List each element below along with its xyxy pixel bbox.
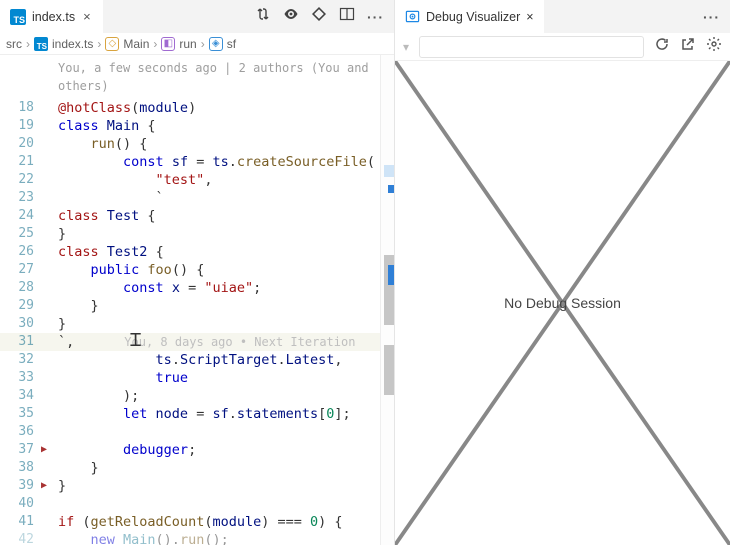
line-number: 36 [0,423,40,441]
code-line[interactable]: @hotClass(module) [58,99,394,117]
minimap[interactable] [380,55,394,545]
tab-label: index.ts [32,10,75,24]
compare-changes-icon[interactable] [255,6,271,27]
line-number: 18 [0,99,40,117]
code-line[interactable]: class Test { [58,207,394,225]
debug-visualizer-pane: Debug Visualizer × ··· ▾ No Debug Sessio… [395,0,730,545]
preview-icon[interactable] [283,6,299,27]
close-icon[interactable]: × [81,9,93,24]
code-line[interactable]: } [58,297,394,315]
tab-debug-visualizer[interactable]: Debug Visualizer × [395,0,544,33]
chevron-right-icon: › [201,37,205,51]
chevron-right-icon: › [26,37,30,51]
expression-input[interactable] [419,36,644,58]
variable-symbol-icon: ◈ [209,37,223,51]
fold-marker-icon[interactable]: ▶ [41,477,47,495]
tab-label: Debug Visualizer [426,10,520,24]
line-number: 24 [0,207,40,225]
text-cursor-icon: Ꮖ [130,331,142,349]
code-line[interactable]: ); [58,387,394,405]
line-number: 30 [0,315,40,333]
editor-actions: ··· [245,0,394,33]
breadcrumb-folder[interactable]: src [6,37,22,51]
breadcrumb-file[interactable]: index.ts [52,37,93,51]
fold-marker-icon[interactable]: ▶ [41,441,47,459]
line-number: 22 [0,171,40,189]
right-tabbar: Debug Visualizer × ··· [395,0,730,33]
tab-index-ts[interactable]: TS index.ts × [0,0,103,33]
gitlens-inline-blame: You, 8 days ago • Next Iteration [124,335,355,349]
code-line[interactable]: "test", [58,171,394,189]
class-symbol-icon: ◇ [105,37,119,51]
code-line[interactable]: new Main().run(); [58,531,394,545]
line-number: 41 [0,513,40,531]
code-line[interactable]: } [58,477,394,495]
preview-icon [405,9,420,24]
visualizer-toolbar: ▾ [395,33,730,61]
breadcrumb-method[interactable]: run [179,37,196,51]
code-line[interactable]: class Test2 { [58,243,394,261]
line-number: 40 [0,495,40,513]
line-number: 29 [0,297,40,315]
line-number: 25 [0,225,40,243]
line-number: 32 [0,351,40,369]
code-line[interactable]: public foo() { [58,261,394,279]
code-line[interactable]: class Main { [58,117,394,135]
line-number: 26 [0,243,40,261]
code-line[interactable]: const sf = ts.createSourceFile( [58,153,394,171]
split-editor-icon[interactable] [339,6,355,27]
editor-pane: TS index.ts × ··· src › TS index.ts › ◇ … [0,0,395,545]
chevron-right-icon: › [97,37,101,51]
close-icon[interactable]: × [526,10,533,24]
empty-state-text: No Debug Session [504,295,621,311]
typescript-file-icon: TS [34,37,48,51]
refresh-icon[interactable] [654,36,670,57]
code-line[interactable]: if (getReloadCount(module) === 0) { [58,513,394,531]
code-line[interactable]: let node = sf.statements[0]; [58,405,394,423]
settings-icon[interactable] [706,36,722,57]
line-number: 33 [0,369,40,387]
chevron-left-icon[interactable]: ▾ [403,40,409,54]
popout-icon[interactable] [680,36,696,57]
code-line[interactable]: `,You, 8 days ago • Next IterationᏆ [58,333,394,351]
more-actions-icon[interactable]: ··· [703,9,720,25]
line-number: 34 [0,387,40,405]
more-actions-icon[interactable]: ··· [367,9,384,25]
code-line[interactable]: } [58,225,394,243]
code-line[interactable]: const x = "uiae"; [58,279,394,297]
line-number: 35 [0,405,40,423]
code-line[interactable]: } [58,459,394,477]
line-number: 21 [0,153,40,171]
run-icon[interactable] [311,6,327,27]
breadcrumb-class[interactable]: Main [123,37,149,51]
line-number: 23 [0,189,40,207]
line-number: 28 [0,279,40,297]
gitlens-blame-header: You, a few seconds ago | 2 authors (You … [0,55,394,99]
breadcrumbs[interactable]: src › TS index.ts › ◇ Main › ◧ run › ◈ s… [0,33,394,55]
code-line[interactable]: run() { [58,135,394,153]
line-number: 31 [0,333,40,351]
code-line[interactable]: debugger; [58,441,394,459]
code-editor[interactable]: You, a few seconds ago | 2 authors (You … [0,55,394,545]
code-line[interactable]: } [58,315,394,333]
line-number: 19 [0,117,40,135]
line-number: 37 [0,441,40,459]
typescript-file-icon: TS [10,9,26,25]
line-number: 42 [0,531,40,545]
code-line[interactable]: ts.ScriptTarget.Latest, [58,351,394,369]
visualizer-body: No Debug Session [395,61,730,545]
line-number: 20 [0,135,40,153]
method-symbol-icon: ◧ [161,37,175,51]
breadcrumb-variable[interactable]: sf [227,37,236,51]
line-number: 39 [0,477,40,495]
code-line[interactable]: ` [58,189,394,207]
line-number: 27 [0,261,40,279]
editor-tabbar: TS index.ts × ··· [0,0,394,33]
code-line[interactable]: true [58,369,394,387]
chevron-right-icon: › [153,37,157,51]
line-number: 38 [0,459,40,477]
